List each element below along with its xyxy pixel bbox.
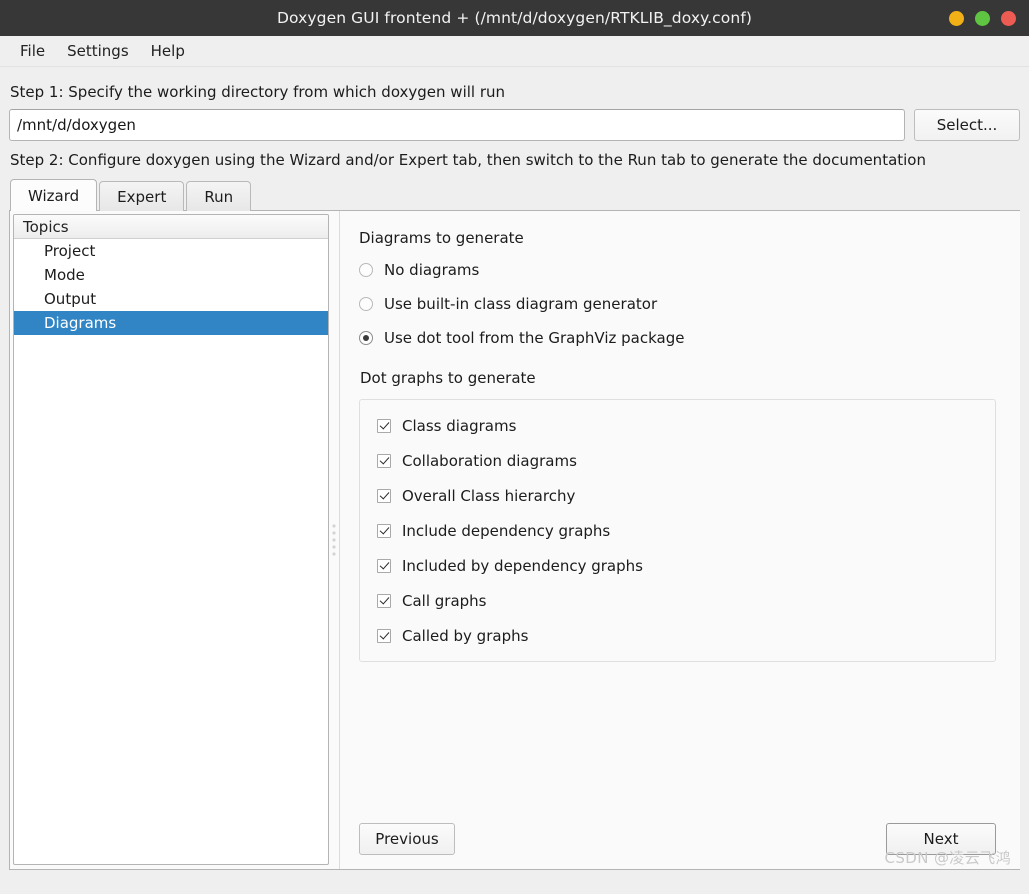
window-controls <box>949 0 1016 36</box>
splitter-grip-icon <box>333 525 336 556</box>
topics-list-header: Topics <box>14 215 328 239</box>
radio-no-diagrams[interactable]: No diagrams <box>359 261 996 279</box>
select-directory-button[interactable]: Select... <box>914 109 1020 141</box>
menu-bar: File Settings Help <box>0 36 1029 67</box>
checkbox-included-by-dependency-graphs[interactable]: Included by dependency graphs <box>377 557 979 575</box>
tab-expert[interactable]: Expert <box>99 181 184 211</box>
checkbox-overall-class-hierarchy-label: Overall Class hierarchy <box>402 487 575 505</box>
menu-item-settings[interactable]: Settings <box>56 40 140 62</box>
radio-button-icon <box>359 263 373 277</box>
checkbox-checked-icon <box>377 594 391 608</box>
maximize-button-icon[interactable] <box>975 11 990 26</box>
checkbox-include-dependency-graphs[interactable]: Include dependency graphs <box>377 522 979 540</box>
checkbox-call-graphs-label: Call graphs <box>402 592 487 610</box>
next-button[interactable]: Next <box>886 823 996 855</box>
radio-dot-graphviz[interactable]: Use dot tool from the GraphViz package <box>359 329 996 347</box>
close-button-icon[interactable] <box>1001 11 1016 26</box>
topic-item-project[interactable]: Project <box>14 239 328 263</box>
checkbox-included-by-dependency-graphs-label: Included by dependency graphs <box>402 557 643 575</box>
minimize-button-icon[interactable] <box>949 11 964 26</box>
checkbox-called-by-graphs[interactable]: Called by graphs <box>377 627 979 645</box>
wizard-navigation-row: Previous Next <box>359 823 996 857</box>
checkbox-checked-icon <box>377 629 391 643</box>
tab-strip: Wizard Expert Run <box>10 179 1020 211</box>
radio-dot-graphviz-label: Use dot tool from the GraphViz package <box>384 329 684 347</box>
checkbox-collaboration-diagrams[interactable]: Collaboration diagrams <box>377 452 979 470</box>
checkbox-class-diagrams[interactable]: Class diagrams <box>377 417 979 435</box>
tab-run[interactable]: Run <box>186 181 251 211</box>
radio-builtin-class-diagram-label: Use built-in class diagram generator <box>384 295 657 313</box>
tab-wizard[interactable]: Wizard <box>10 179 97 211</box>
dot-graphs-groupbox: Class diagrams Collaboration diagrams Ov… <box>359 399 996 662</box>
topics-pane: Topics Project Mode Output Diagrams <box>10 211 329 869</box>
checkbox-checked-icon <box>377 524 391 538</box>
wizard-spacer <box>359 662 996 823</box>
diagrams-section-title: Diagrams to generate <box>359 229 996 247</box>
radio-button-icon <box>359 297 373 311</box>
menu-item-file[interactable]: File <box>9 40 56 62</box>
checkbox-call-graphs[interactable]: Call graphs <box>377 592 979 610</box>
checkbox-class-diagrams-label: Class diagrams <box>402 417 516 435</box>
checkbox-checked-icon <box>377 489 391 503</box>
diagrams-wizard-page: Diagrams to generate No diagrams Use bui… <box>339 211 1020 869</box>
topic-item-output[interactable]: Output <box>14 287 328 311</box>
checkbox-called-by-graphs-label: Called by graphs <box>402 627 528 645</box>
previous-button[interactable]: Previous <box>359 823 455 855</box>
menu-item-help[interactable]: Help <box>140 40 196 62</box>
topic-item-mode[interactable]: Mode <box>14 263 328 287</box>
main-content: Step 1: Specify the working directory fr… <box>0 67 1029 894</box>
checkbox-include-dependency-graphs-label: Include dependency graphs <box>402 522 610 540</box>
step2-label: Step 2: Configure doxygen using the Wiza… <box>10 151 1020 169</box>
step1-label: Step 1: Specify the working directory fr… <box>10 83 1020 101</box>
window-title: Doxygen GUI frontend + (/mnt/d/doxygen/R… <box>277 9 752 27</box>
radio-button-selected-icon <box>359 331 373 345</box>
topics-list[interactable]: Topics Project Mode Output Diagrams <box>13 214 329 865</box>
checkbox-checked-icon <box>377 559 391 573</box>
title-bar: Doxygen GUI frontend + (/mnt/d/doxygen/R… <box>0 0 1029 36</box>
wizard-tab-panel: Topics Project Mode Output Diagrams Diag… <box>9 210 1020 870</box>
dot-graphs-title: Dot graphs to generate <box>360 369 996 387</box>
panel-splitter-handle[interactable] <box>329 211 339 869</box>
checkbox-checked-icon <box>377 454 391 468</box>
checkbox-overall-class-hierarchy[interactable]: Overall Class hierarchy <box>377 487 979 505</box>
radio-builtin-class-diagram[interactable]: Use built-in class diagram generator <box>359 295 996 313</box>
radio-no-diagrams-label: No diagrams <box>384 261 479 279</box>
footer-strip <box>9 870 1020 894</box>
working-directory-input[interactable] <box>9 109 905 141</box>
working-directory-row: Select... <box>9 109 1020 141</box>
checkbox-collaboration-diagrams-label: Collaboration diagrams <box>402 452 577 470</box>
checkbox-checked-icon <box>377 419 391 433</box>
topic-item-diagrams[interactable]: Diagrams <box>14 311 328 335</box>
